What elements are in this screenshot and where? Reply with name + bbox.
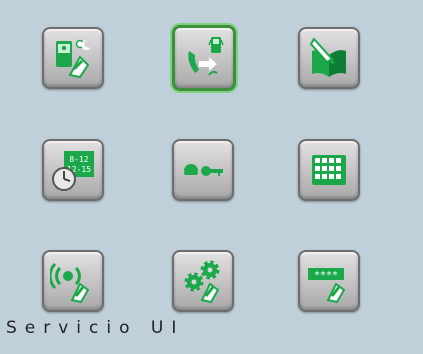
key-access-icon [180,147,226,193]
intercom-day-night-icon [50,35,96,81]
time-schedule-icon: 8-12 12-15 [50,147,96,193]
keypad-icon [306,147,352,193]
call-forward-icon [181,35,227,81]
tile-alarm[interactable] [42,250,104,312]
tile-intercom[interactable] [42,27,104,89]
schedule-line1: 8-12 [69,155,88,164]
password-code-icon: **** [306,258,352,304]
settings-gear-icon [180,258,226,304]
alarm-signal-icon [50,258,96,304]
tile-keypad[interactable] [298,139,360,201]
service-menu-grid: 8-12 12-15 **** [0,0,423,354]
page-title: Servicio UI [6,318,185,338]
tile-key-access[interactable] [172,139,234,201]
password-asterisks: **** [314,270,338,281]
agenda-book-icon [306,35,352,81]
tile-schedule[interactable]: 8-12 12-15 [42,139,104,201]
tile-agenda[interactable] [298,27,360,89]
tile-call-forward[interactable] [172,25,236,91]
tile-password[interactable]: **** [298,250,360,312]
tile-settings[interactable] [172,250,234,312]
